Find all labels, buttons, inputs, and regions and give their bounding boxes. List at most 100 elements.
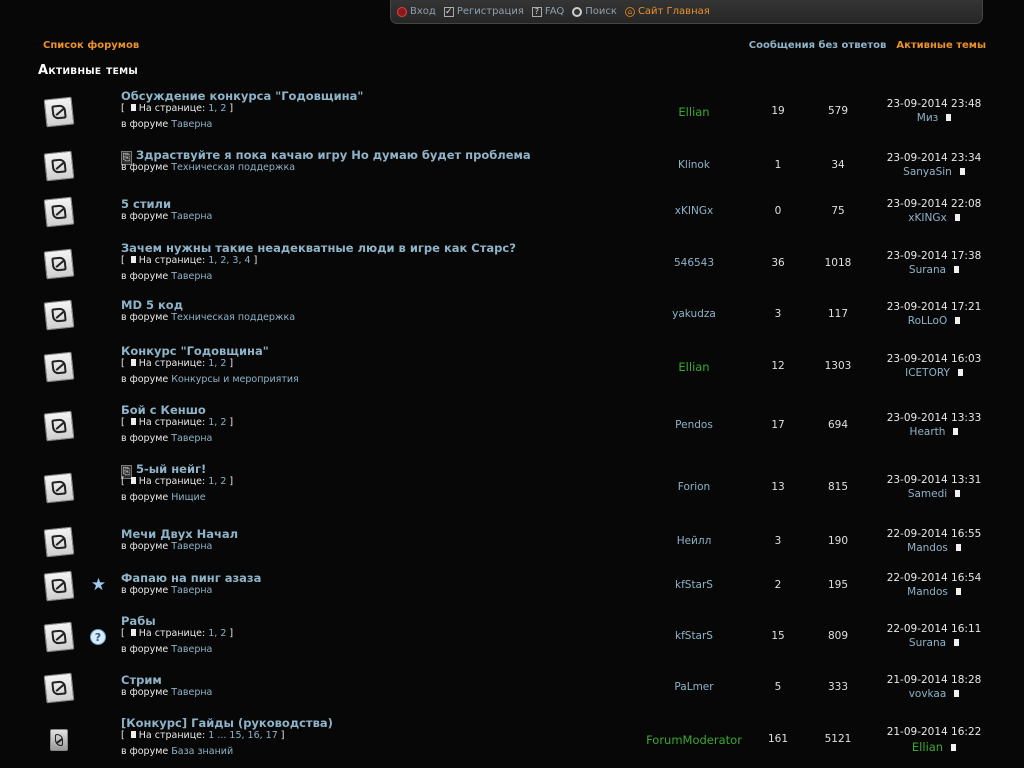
topic-title-link[interactable]: Зачем нужны такие неадекватные люди в иг… bbox=[121, 241, 516, 255]
topic-author-link[interactable]: Forion bbox=[634, 481, 754, 493]
last-post-author-link[interactable]: Hearth bbox=[910, 426, 946, 438]
last-post-icon[interactable] bbox=[955, 317, 961, 324]
last-post-author-link[interactable]: Surana bbox=[909, 637, 946, 649]
last-post-user: Surana bbox=[874, 264, 994, 276]
topic-title-link[interactable]: Конкурс "Годовщина" bbox=[121, 344, 269, 358]
last-post-date: 23-09-2014 16:03 bbox=[886, 353, 982, 365]
views-count: 809 bbox=[827, 630, 849, 642]
page-links[interactable]: 1, 2, 3, 4 bbox=[208, 255, 250, 266]
topic-author-link[interactable]: Ellian bbox=[634, 360, 754, 374]
topic-forum: в форуме Таверна bbox=[121, 211, 212, 222]
forum-link[interactable]: Таверна bbox=[171, 585, 212, 596]
site-home-link[interactable]: ⌂ Сайт Главная bbox=[624, 6, 710, 17]
pagination: [ На странице: 1, 2, 3, 4 ] bbox=[121, 255, 258, 266]
topic-forum: в форуме Нищие bbox=[121, 492, 206, 503]
forum-link[interactable]: Таверна bbox=[171, 687, 212, 698]
topic-read-icon bbox=[43, 351, 75, 383]
page-links[interactable]: 1, 2 bbox=[208, 628, 226, 639]
last-post-icon[interactable] bbox=[955, 490, 961, 497]
views-count: 34 bbox=[831, 159, 845, 171]
topic-author-link[interactable]: Klinok bbox=[634, 159, 754, 171]
forum-link[interactable]: Конкурсы и мероприятия bbox=[171, 374, 299, 385]
search-link[interactable]: Поиск bbox=[572, 6, 617, 17]
topic-title-link[interactable]: [Конкурс] Гайды (руководства) bbox=[121, 716, 333, 730]
topic-author-link[interactable]: kfStarS bbox=[634, 630, 754, 642]
topic-title-link[interactable]: MD 5 код bbox=[121, 298, 183, 312]
topic-title-text: Конкурс "Годовщина" bbox=[121, 344, 269, 358]
last-post-user: xKINGx bbox=[874, 212, 994, 224]
last-post-icon[interactable] bbox=[951, 744, 957, 751]
last-post-author-link[interactable]: Samedi bbox=[908, 488, 947, 500]
unanswered-posts-link[interactable]: Сообщения без ответов bbox=[749, 40, 887, 51]
views-count: 694 bbox=[827, 419, 849, 431]
forum-link[interactable]: Нищие bbox=[171, 492, 205, 503]
topic-title-link[interactable]: 5 стили bbox=[121, 197, 171, 211]
last-post-author-link[interactable]: Миз bbox=[917, 112, 938, 124]
replies-count: 19 bbox=[771, 105, 785, 117]
replies-count: 3 bbox=[774, 308, 782, 320]
last-post-author-link[interactable]: vovkaa bbox=[909, 688, 947, 700]
topic-read-icon bbox=[43, 526, 75, 558]
last-post-author-link[interactable]: xKINGx bbox=[908, 212, 946, 224]
replies-count: 36 bbox=[771, 257, 785, 269]
last-post-author-link[interactable]: Mandos bbox=[907, 586, 948, 598]
forum-link[interactable]: Таверна bbox=[171, 644, 212, 655]
last-post-author-link[interactable]: Ellian bbox=[912, 740, 943, 754]
forum-link[interactable]: Техническая поддержка bbox=[171, 312, 295, 323]
last-post-icon[interactable] bbox=[954, 690, 960, 697]
last-post-author-link[interactable]: Mandos bbox=[907, 542, 948, 554]
topic-author-link[interactable]: xKINGx bbox=[634, 205, 754, 217]
last-post-author-link[interactable]: Surana bbox=[909, 264, 946, 276]
topic-title-link[interactable]: Рабы bbox=[121, 614, 156, 628]
topic-author-link[interactable]: 546543 bbox=[634, 257, 754, 269]
topic-author-link[interactable]: yakudza bbox=[634, 308, 754, 320]
topic-author-link[interactable]: Pendos bbox=[634, 419, 754, 431]
last-post-author-link[interactable]: RoLLoO bbox=[908, 315, 947, 327]
last-post-icon[interactable] bbox=[955, 544, 961, 551]
topic-title-link[interactable]: Бой с Кеншо bbox=[121, 403, 206, 417]
topic-title-link[interactable]: Обсуждение конкурса "Годовщина" bbox=[121, 89, 363, 103]
faq-link[interactable]: ? FAQ bbox=[531, 6, 564, 17]
last-post-icon[interactable] bbox=[954, 266, 960, 273]
page-links[interactable]: 1 ... 15, 16, 17 bbox=[208, 730, 278, 741]
topic-title-link[interactable]: Мечи Двух Начал bbox=[121, 527, 238, 541]
last-post-icon[interactable] bbox=[953, 428, 959, 435]
page-links[interactable]: 1, 2 bbox=[208, 476, 226, 487]
pagination: [ На странице: 1, 2 ] bbox=[121, 417, 234, 428]
last-post-author-link[interactable]: ICETORY bbox=[905, 367, 950, 379]
forum-link[interactable]: База знаний bbox=[171, 746, 233, 757]
last-post-user: RoLLoO bbox=[874, 315, 994, 327]
last-post-icon[interactable] bbox=[959, 168, 965, 175]
last-post-icon[interactable] bbox=[946, 114, 952, 121]
topic-author-link[interactable]: ForumModerator bbox=[634, 733, 754, 747]
topic-author-link[interactable]: Ellian bbox=[634, 105, 754, 119]
page-icon bbox=[130, 477, 136, 484]
last-post-author-link[interactable]: SanyaSin bbox=[903, 166, 952, 178]
page-title: Активные темы bbox=[38, 63, 138, 78]
login-link[interactable]: Вход bbox=[397, 6, 436, 17]
forum-link[interactable]: Таверна bbox=[171, 271, 212, 282]
forum-link[interactable]: Таверна bbox=[171, 541, 212, 552]
forum-link[interactable]: Техническая поддержка bbox=[171, 162, 295, 173]
forum-link[interactable]: Таверна bbox=[171, 433, 212, 444]
page-links[interactable]: 1, 2 bbox=[208, 103, 226, 114]
topic-title-link[interactable]: Фапаю на пинг азаза bbox=[121, 571, 261, 585]
page-links[interactable]: 1, 2 bbox=[208, 417, 226, 428]
pages-label: На странице: bbox=[138, 103, 206, 114]
last-post-icon[interactable] bbox=[954, 214, 960, 221]
replies-count: 13 bbox=[771, 481, 785, 493]
forum-link[interactable]: Таверна bbox=[171, 119, 212, 130]
forum-link[interactable]: Таверна bbox=[171, 211, 212, 222]
last-post-icon[interactable] bbox=[957, 369, 963, 376]
register-link[interactable]: ✓ Регистрация bbox=[443, 6, 524, 17]
topic-title-link[interactable]: Стрим bbox=[121, 673, 162, 687]
last-post-icon[interactable] bbox=[954, 639, 960, 646]
page-links[interactable]: 1, 2 bbox=[208, 358, 226, 369]
forum-list-link[interactable]: Список форумов bbox=[43, 40, 139, 51]
last-post-date: 21-09-2014 16:22 bbox=[886, 726, 982, 738]
topic-author-link[interactable]: kfStarS bbox=[634, 579, 754, 591]
active-topics-link[interactable]: Активные темы bbox=[896, 40, 986, 51]
topic-author-link[interactable]: Нейлл bbox=[634, 535, 754, 547]
last-post-icon[interactable] bbox=[955, 588, 961, 595]
topic-author-link[interactable]: PaLmer bbox=[634, 681, 754, 693]
